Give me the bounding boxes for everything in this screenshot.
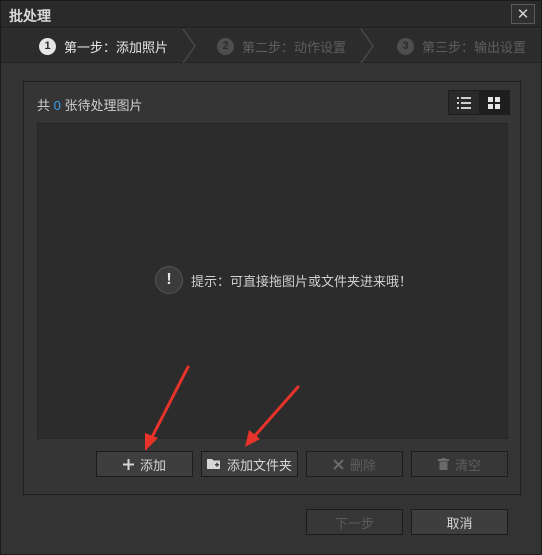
add-button-label: 添加 xyxy=(139,457,166,473)
step-3-label: 第三步：输出设置 xyxy=(422,39,527,55)
trash-icon xyxy=(437,458,449,470)
add-folder-button[interactable]: 添加文件夹 xyxy=(201,451,298,477)
folder-add-icon xyxy=(206,459,220,469)
step-1-number: 1 xyxy=(39,37,56,55)
count-number: 0 xyxy=(53,98,61,113)
add-folder-button-label: 添加文件夹 xyxy=(226,457,292,473)
hint-text: 提示：可直接拖图片或文件夹进来哦！ xyxy=(191,273,413,289)
pending-count: 共 0 张待处理图片 xyxy=(37,95,143,114)
list-view-icon xyxy=(457,96,471,109)
title-bar: 批处理 ✕ xyxy=(1,1,541,28)
step-wizard: 1 第一步：添加照片 2 第二步：动作设置 3 第三步：输出设置 xyxy=(1,29,541,63)
drop-hint: ! 提示：可直接拖图片或文件夹进来哦！ xyxy=(155,266,412,294)
grid-view-button[interactable] xyxy=(479,91,509,114)
view-toggle xyxy=(448,90,510,115)
cancel-button[interactable]: 取消 xyxy=(411,509,508,535)
exclamation-icon: ! xyxy=(155,266,183,294)
delete-button-label: 删除 xyxy=(349,457,376,473)
window-title: 批处理 xyxy=(9,8,51,24)
step-2-label: 第二步：动作设置 xyxy=(242,39,347,55)
batch-dialog: 批处理 ✕ 1 第一步：添加照片 2 第二步：动作设置 3 第三步：输出设置 共… xyxy=(0,0,542,555)
count-prefix: 共 xyxy=(37,98,51,113)
step-1-label: 第一步：添加照片 xyxy=(64,39,169,55)
close-icon: ✕ xyxy=(516,6,530,23)
count-suffix: 张待处理图片 xyxy=(64,98,143,113)
cancel-label: 取消 xyxy=(446,515,473,531)
plus-icon xyxy=(122,458,134,470)
step-separator-icon xyxy=(182,29,196,63)
step-2-number: 2 xyxy=(217,37,234,55)
step-separator-icon xyxy=(360,29,374,63)
list-view-button[interactable] xyxy=(449,91,479,114)
clear-button[interactable]: 清空 xyxy=(411,451,508,477)
next-step-label: 下一步 xyxy=(334,515,374,531)
x-icon xyxy=(333,458,344,470)
next-step-button[interactable]: 下一步 xyxy=(306,509,403,535)
step-1[interactable]: 1 第一步：添加照片 xyxy=(39,29,168,63)
grid-view-icon xyxy=(488,96,500,109)
delete-button[interactable]: 删除 xyxy=(306,451,403,477)
clear-button-label: 清空 xyxy=(454,457,481,473)
close-button[interactable]: ✕ xyxy=(511,4,535,24)
step-3[interactable]: 3 第三步：输出设置 xyxy=(397,29,526,63)
step-3-number: 3 xyxy=(397,37,414,55)
step-2[interactable]: 2 第二步：动作设置 xyxy=(217,29,346,63)
add-button[interactable]: 添加 xyxy=(96,451,193,477)
